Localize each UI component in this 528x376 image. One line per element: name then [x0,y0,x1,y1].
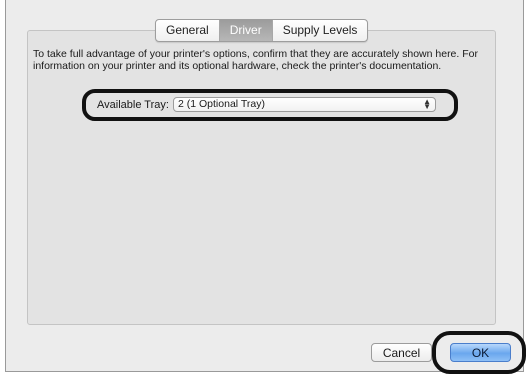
cancel-button[interactable]: Cancel [371,343,432,362]
tab-general[interactable]: General [156,20,220,41]
up-down-chevron-icon: ▲ ▼ [423,97,431,111]
ok-button[interactable]: OK [450,343,511,362]
available-tray-value: 2 (1 Optional Tray) [178,98,265,110]
available-tray-select[interactable]: 2 (1 Optional Tray) ▲ ▼ [173,97,436,112]
tab-supply-levels[interactable]: Supply Levels [273,20,368,41]
tab-driver[interactable]: Driver [219,20,273,41]
driver-description: To take full advantage of your printer's… [33,48,478,72]
available-tray-label: Available Tray: [97,99,169,111]
driver-panel [27,30,496,325]
tab-bar: General Driver Supply Levels [155,19,369,42]
